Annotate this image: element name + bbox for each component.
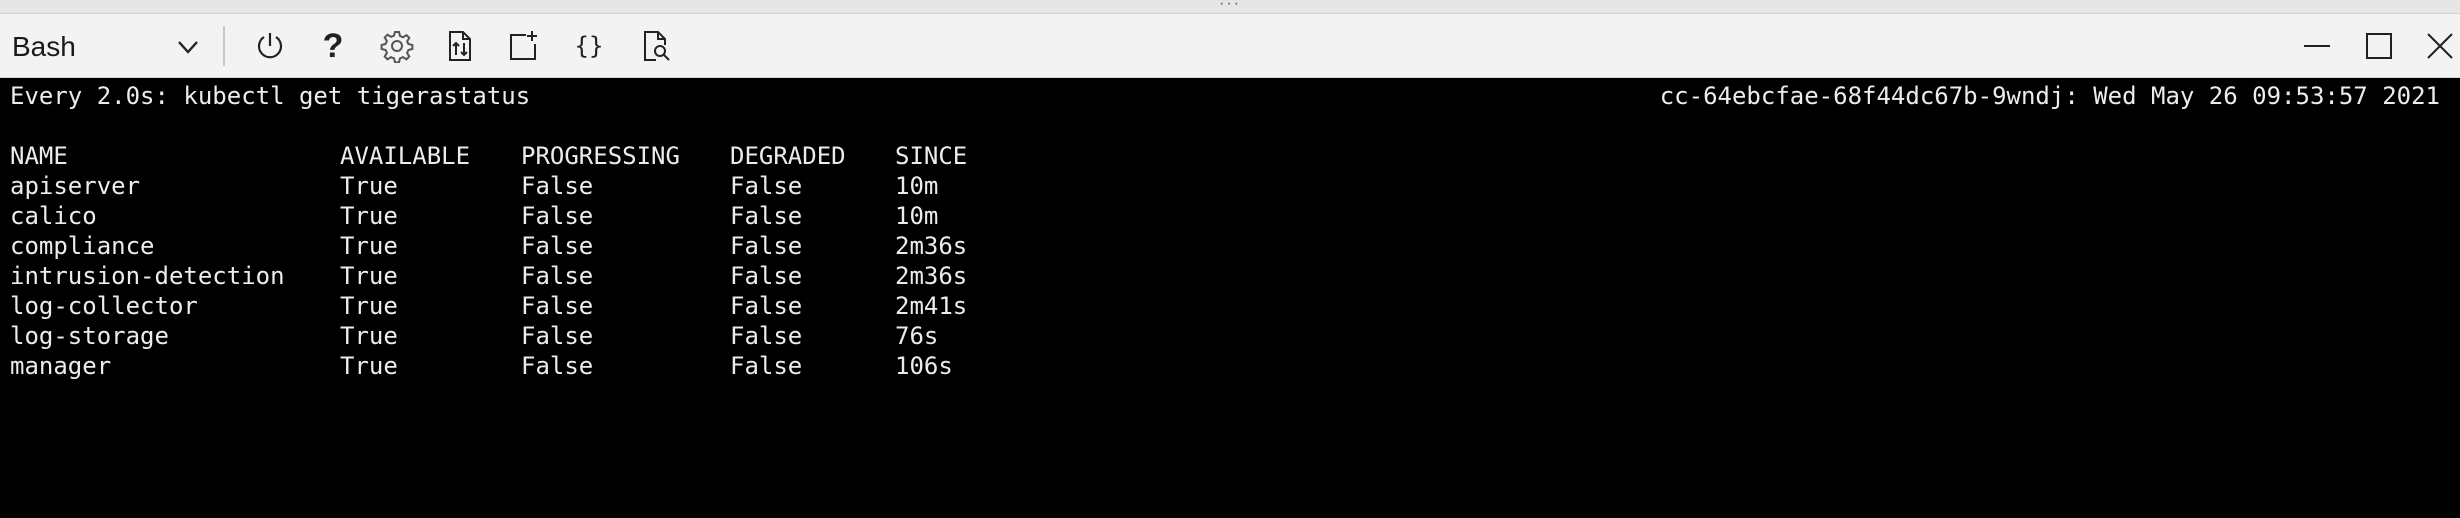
cell-degraded: False <box>730 292 803 320</box>
new-session-button[interactable] <box>503 26 543 66</box>
cell-degraded: False <box>730 262 803 290</box>
maximize-icon <box>2366 33 2392 59</box>
cell-progressing: False <box>521 352 594 380</box>
cell-available: True <box>340 322 398 350</box>
cell-degraded: False <box>730 232 803 260</box>
maximize-button[interactable] <box>2359 26 2399 66</box>
upload-download-icon <box>449 31 471 61</box>
help-button[interactable]: ? <box>313 26 353 66</box>
toolbar-divider <box>223 26 225 66</box>
window-top-edge: ··· <box>0 0 2460 14</box>
cell-progressing: False <box>521 202 594 230</box>
cell-degraded: False <box>730 202 803 230</box>
watch-host-timestamp: cc-64ebcfae-68f44dc67b-9wndj: Wed May 26… <box>1659 82 2440 110</box>
close-button[interactable] <box>2420 26 2460 66</box>
cell-since: 10m <box>895 172 939 200</box>
cell-progressing: False <box>521 262 594 290</box>
cell-name: calico <box>10 202 97 230</box>
cell-name: log-collector <box>10 292 198 320</box>
column-header-since: SINCE <box>895 142 968 170</box>
cell-available: True <box>340 262 398 290</box>
cloud-shell-toolbar: Bash ? {} <box>0 14 2460 78</box>
settings-button[interactable] <box>377 26 417 66</box>
new-session-icon <box>510 31 537 60</box>
cell-name: intrusion-detection <box>10 262 285 290</box>
braces-icon: {} <box>575 32 604 60</box>
cell-available: True <box>340 172 398 200</box>
cell-progressing: False <box>521 292 594 320</box>
cell-available: True <box>340 352 398 380</box>
power-icon <box>257 33 283 59</box>
column-header-degraded: DEGRADED <box>730 142 846 170</box>
terminal-output[interactable]: Every 2.0s: kubectl get tigerastatus cc-… <box>0 79 2460 518</box>
cell-name: compliance <box>10 232 155 260</box>
restart-button[interactable] <box>250 26 290 66</box>
cell-since: 106s <box>895 352 953 380</box>
cell-since: 76s <box>895 322 939 350</box>
cell-progressing: False <box>521 322 594 350</box>
cell-since: 2m41s <box>895 292 968 320</box>
chevron-down-icon <box>178 41 198 54</box>
cell-degraded: False <box>730 322 803 350</box>
help-icon: ? <box>322 26 344 65</box>
gear-icon <box>380 31 414 63</box>
column-header-available: AVAILABLE <box>340 142 471 170</box>
cell-since: 2m36s <box>895 262 968 290</box>
cell-available: True <box>340 202 398 230</box>
cell-degraded: False <box>730 172 803 200</box>
resize-grab-handle[interactable]: ··· <box>1219 0 1241 12</box>
svg-text:{}: {} <box>575 32 604 60</box>
cell-degraded: False <box>730 352 803 380</box>
upload-download-button[interactable] <box>440 26 480 66</box>
column-header-name: NAME <box>10 142 68 170</box>
cell-progressing: False <box>521 172 594 200</box>
open-editor-button[interactable]: {} <box>569 26 609 66</box>
cell-name: manager <box>10 352 112 380</box>
close-icon <box>2427 33 2453 59</box>
cell-name: log-storage <box>10 322 169 350</box>
cell-since: 2m36s <box>895 232 968 260</box>
minimize-button[interactable] <box>2297 26 2337 66</box>
shell-type-select[interactable]: Bash <box>0 14 208 78</box>
shell-type-label: Bash <box>12 31 76 62</box>
web-preview-icon <box>644 31 670 61</box>
cell-since: 10m <box>895 202 939 230</box>
cell-progressing: False <box>521 232 594 260</box>
cell-available: True <box>340 292 398 320</box>
cell-name: apiserver <box>10 172 141 200</box>
minimize-icon <box>2304 45 2330 47</box>
column-header-progressing: PROGRESSING <box>521 142 680 170</box>
cell-available: True <box>340 232 398 260</box>
watch-command-line: Every 2.0s: kubectl get tigerastatus <box>10 82 531 110</box>
web-preview-button[interactable] <box>635 26 675 66</box>
